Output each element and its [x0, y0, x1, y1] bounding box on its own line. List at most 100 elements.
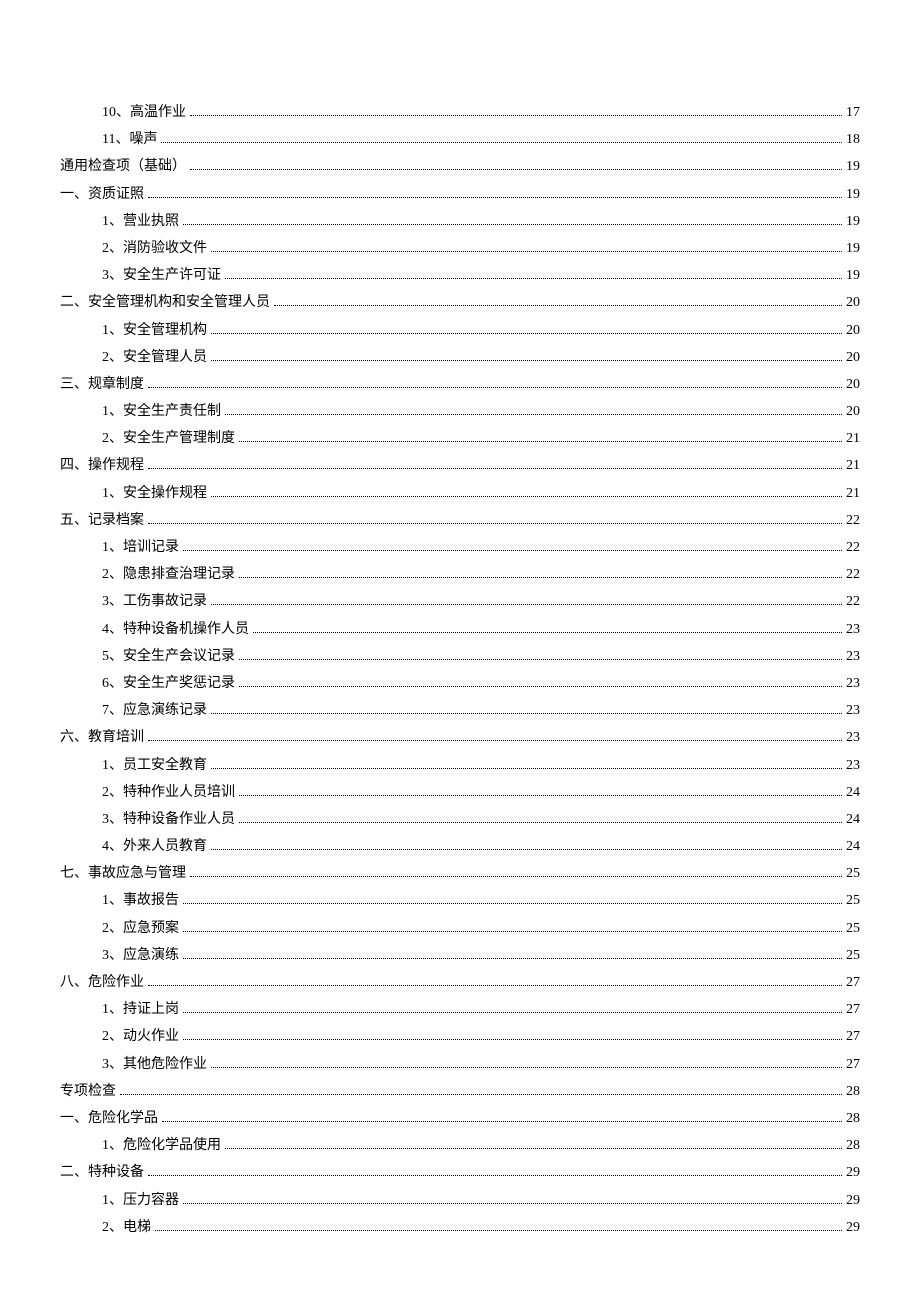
toc-entry: 2、特种作业人员培训24	[60, 780, 860, 805]
toc-label: 1、危险化学品使用	[102, 1133, 221, 1158]
toc-entry: 1、压力容器 29	[60, 1188, 860, 1213]
toc-page-number: 23	[846, 617, 860, 642]
toc-leader-dots	[148, 1175, 842, 1176]
toc-label: 7、应急演练记录	[102, 698, 207, 723]
toc-page-number: 19	[846, 182, 860, 207]
toc-label: 1、持证上岗	[102, 997, 179, 1022]
toc-entry: 2、电梯29	[60, 1215, 860, 1240]
toc-page-number: 21	[846, 481, 860, 506]
toc-entry: 三、规章制度20	[60, 372, 860, 397]
toc-page-number: 28	[846, 1106, 860, 1131]
toc-leader-dots	[211, 713, 842, 714]
toc-leader-dots	[274, 305, 842, 306]
toc-leader-dots	[190, 115, 842, 116]
toc-page-number: 27	[846, 997, 860, 1022]
toc-leader-dots	[211, 1067, 842, 1068]
toc-entry: 2、动火作业 27	[60, 1024, 860, 1049]
toc-page-number: 19	[846, 263, 860, 288]
toc-entry: 3、特种设备作业人员24	[60, 807, 860, 832]
toc-page-number: 25	[846, 861, 860, 886]
toc-leader-dots	[253, 632, 842, 633]
toc-entry: 3、其他危险作业27	[60, 1052, 860, 1077]
toc-label: 1、安全管理机构	[102, 318, 207, 343]
toc-label: 2、动火作业	[102, 1024, 179, 1049]
toc-leader-dots	[183, 1039, 842, 1040]
toc-leader-dots	[239, 659, 842, 660]
toc-label: 五、记录档案	[60, 508, 144, 533]
toc-label: 一、资质证照	[60, 182, 144, 207]
toc-label: 1、安全操作规程	[102, 481, 207, 506]
toc-page-number: 19	[846, 236, 860, 261]
toc-entry: 5、安全生产会议记录 23	[60, 644, 860, 669]
toc-label: 2、隐患排查治理记录	[102, 562, 235, 587]
toc-entry: 2、应急预案 25	[60, 916, 860, 941]
toc-entry: 一、危险化学品28	[60, 1106, 860, 1131]
toc-label: 2、应急预案	[102, 916, 179, 941]
toc-entry: 专项检查 28	[60, 1079, 860, 1104]
toc-page-number: 19	[846, 154, 860, 179]
toc-label: 2、安全生产管理制度	[102, 426, 235, 451]
toc-leader-dots	[239, 822, 842, 823]
toc-leader-dots	[183, 1012, 842, 1013]
toc-page-number: 25	[846, 916, 860, 941]
toc-page-number: 22	[846, 535, 860, 560]
toc-entry: 2、安全管理人员20	[60, 345, 860, 370]
toc-page-number: 24	[846, 780, 860, 805]
toc-page-number: 27	[846, 1024, 860, 1049]
table-of-contents: 10、高温作业1711、噪声18通用检查项（基础）19一、资质证照191、营业执…	[60, 100, 860, 1240]
toc-label: 2、消防验收文件	[102, 236, 207, 261]
toc-page-number: 24	[846, 807, 860, 832]
toc-page-number: 17	[846, 100, 860, 125]
toc-label: 3、其他危险作业	[102, 1052, 207, 1077]
toc-entry: 一、资质证照 19	[60, 182, 860, 207]
toc-label: 八、危险作业	[60, 970, 144, 995]
toc-entry: 10、高温作业17	[60, 100, 860, 125]
toc-page-number: 23	[846, 698, 860, 723]
toc-page-number: 22	[846, 589, 860, 614]
toc-entry: 2、消防验收文件 19	[60, 236, 860, 261]
toc-page-number: 28	[846, 1079, 860, 1104]
toc-label: 4、特种设备机操作人员	[102, 617, 249, 642]
toc-label: 11、噪声	[102, 127, 157, 152]
toc-leader-dots	[211, 849, 842, 850]
toc-leader-dots	[148, 985, 842, 986]
toc-label: 专项检查	[60, 1079, 116, 1104]
toc-leader-dots	[211, 251, 842, 252]
toc-entry: 3、应急演练25	[60, 943, 860, 968]
toc-label: 1、事故报告	[102, 888, 179, 913]
toc-entry: 1、安全生产责任制20	[60, 399, 860, 424]
toc-leader-dots	[239, 795, 842, 796]
toc-label: 1、压力容器	[102, 1188, 179, 1213]
toc-page-number: 23	[846, 644, 860, 669]
toc-leader-dots	[148, 387, 842, 388]
toc-entry: 4、外来人员教育24	[60, 834, 860, 859]
toc-label: 1、安全生产责任制	[102, 399, 221, 424]
toc-entry: 3、工伤事故记录22	[60, 589, 860, 614]
toc-leader-dots	[225, 278, 842, 279]
toc-entry: 八、危险作业27	[60, 970, 860, 995]
toc-entry: 4、特种设备机操作人员 23	[60, 617, 860, 642]
toc-entry: 1、危险化学品使用28	[60, 1133, 860, 1158]
toc-leader-dots	[239, 577, 842, 578]
toc-leader-dots	[211, 496, 842, 497]
toc-page-number: 23	[846, 725, 860, 750]
toc-label: 3、安全生产许可证	[102, 263, 221, 288]
toc-leader-dots	[190, 876, 842, 877]
toc-entry: 1、安全管理机构20	[60, 318, 860, 343]
toc-entry: 七、事故应急与管理25	[60, 861, 860, 886]
toc-label: 5、安全生产会议记录	[102, 644, 235, 669]
toc-entry: 1、事故报告25	[60, 888, 860, 913]
toc-label: 二、安全管理机构和安全管理人员	[60, 290, 270, 315]
toc-page-number: 19	[846, 209, 860, 234]
toc-page-number: 25	[846, 943, 860, 968]
toc-entry: 1、员工安全教育23	[60, 753, 860, 778]
toc-leader-dots	[148, 468, 842, 469]
toc-page-number: 22	[846, 562, 860, 587]
toc-leader-dots	[183, 903, 842, 904]
toc-leader-dots	[148, 523, 842, 524]
toc-entry: 11、噪声18	[60, 127, 860, 152]
toc-leader-dots	[161, 142, 842, 143]
toc-leader-dots	[225, 414, 842, 415]
toc-entry: 五、记录档案22	[60, 508, 860, 533]
toc-page-number: 29	[846, 1188, 860, 1213]
